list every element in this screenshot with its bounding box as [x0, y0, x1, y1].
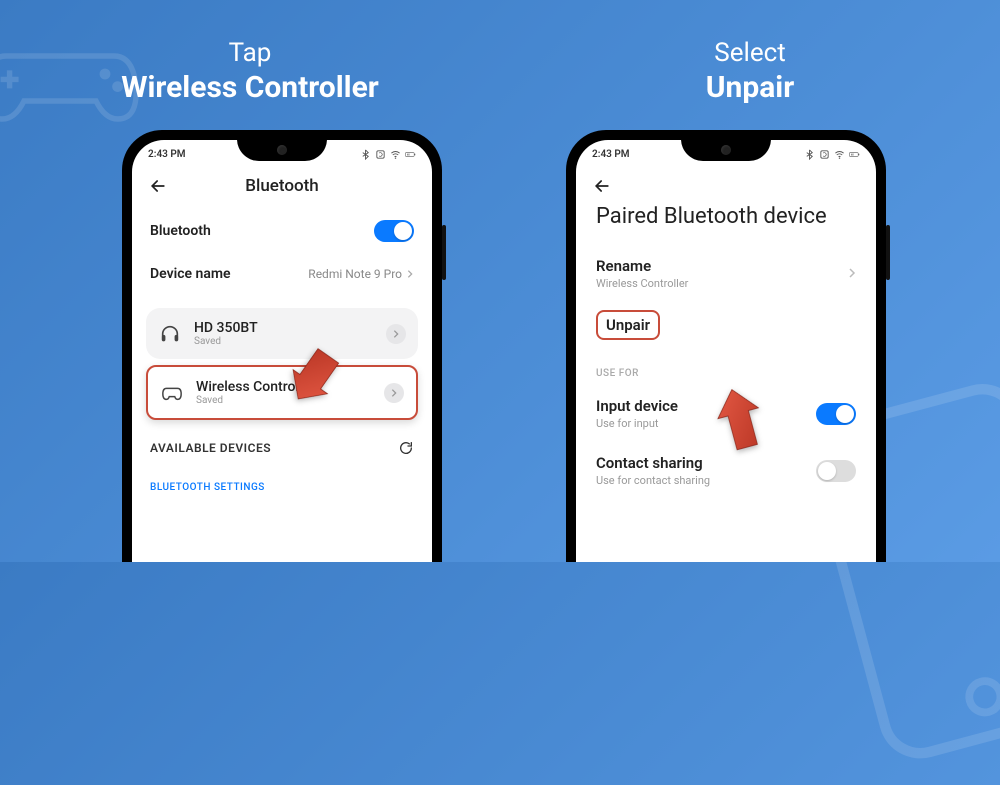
- chevron-right-icon: [392, 329, 400, 339]
- device-name-value: Redmi Note 9 Pro: [308, 267, 414, 281]
- device-item-hd350bt[interactable]: HD 350BT Saved: [146, 308, 418, 359]
- back-button[interactable]: [592, 176, 612, 196]
- bluetooth-label: Bluetooth: [150, 223, 211, 239]
- device-status: Saved: [194, 336, 386, 347]
- chevron-right-icon: [406, 269, 414, 279]
- back-arrow-icon: [592, 176, 612, 196]
- rename-row[interactable]: Rename Wireless Controller: [576, 245, 876, 302]
- input-device-sub: Use for input: [596, 417, 678, 430]
- contact-sharing-label: Contact sharing: [596, 454, 710, 472]
- page-title: Bluetooth: [148, 176, 416, 196]
- contact-sharing-sub: Use for contact sharing: [596, 474, 710, 487]
- phone-notch: [681, 140, 771, 161]
- header-row: [576, 168, 876, 200]
- gamepad-icon: [160, 381, 184, 405]
- svg-text:60: 60: [851, 152, 854, 156]
- rotate-icon: [819, 149, 830, 160]
- unpair-row[interactable]: Unpair: [576, 302, 876, 348]
- refresh-icon: [398, 440, 414, 456]
- phone-notch: [237, 140, 327, 161]
- caption-left-line1: Tap: [0, 38, 500, 68]
- rename-value: Wireless Controller: [596, 277, 688, 290]
- screen-paired-device: 2:43 PM 60 Paired Bluetooth device Renam…: [576, 140, 876, 562]
- device-details-button[interactable]: [384, 383, 404, 403]
- status-icons: 60: [360, 149, 416, 160]
- screen-bluetooth-list: 2:43 PM 60 Bluetooth Bluetooth Device na…: [132, 140, 432, 562]
- refresh-button[interactable]: [398, 440, 414, 456]
- phone-side-button: [886, 225, 890, 280]
- available-devices-header: AVAILABLE DEVICES: [132, 426, 432, 464]
- chevron-right-icon: [848, 264, 856, 283]
- unpair-button[interactable]: Unpair: [596, 310, 660, 340]
- headphones-icon: [158, 322, 182, 346]
- battery-icon: 60: [405, 149, 416, 160]
- caption-right-line2: Unpair: [500, 70, 1000, 105]
- status-time: 2:43 PM: [148, 149, 186, 160]
- caption-left-line2: Wireless Controller: [0, 70, 500, 105]
- bluetooth-toggle-row[interactable]: Bluetooth: [132, 208, 432, 254]
- device-details-button[interactable]: [386, 324, 406, 344]
- battery-icon: 60: [849, 149, 860, 160]
- bluetooth-icon: [360, 149, 371, 160]
- rename-label: Rename: [596, 257, 688, 275]
- input-device-label: Input device: [596, 397, 678, 415]
- chevron-right-icon: [390, 388, 398, 398]
- bluetooth-icon: [804, 149, 815, 160]
- input-device-toggle[interactable]: [816, 403, 856, 425]
- page-title: Paired Bluetooth device: [576, 200, 876, 245]
- bluetooth-settings-header[interactable]: BLUETOOTH SETTINGS: [132, 464, 432, 493]
- status-time: 2:43 PM: [592, 149, 630, 160]
- device-name: HD 350BT: [194, 320, 386, 336]
- wifi-icon: [390, 149, 401, 160]
- caption-right-line1: Select: [500, 38, 1000, 68]
- svg-text:60: 60: [407, 152, 410, 156]
- device-name-label: Device name: [150, 266, 231, 282]
- phone-side-button: [442, 225, 446, 280]
- bluetooth-toggle[interactable]: [374, 220, 414, 242]
- device-name-row[interactable]: Device name Redmi Note 9 Pro: [132, 254, 432, 294]
- status-icons: 60: [804, 149, 860, 160]
- phone-mockup-right: 2:43 PM 60 Paired Bluetooth device Renam…: [566, 130, 886, 562]
- use-for-header: USE FOR: [576, 348, 876, 385]
- phone-mockup-left: 2:43 PM 60 Bluetooth Bluetooth Device na…: [122, 130, 442, 562]
- instruction-captions: Tap Wireless Controller Select Unpair: [0, 38, 1000, 105]
- header-row: Bluetooth: [132, 168, 432, 208]
- rotate-icon: [375, 149, 386, 160]
- wifi-icon: [834, 149, 845, 160]
- contact-sharing-toggle[interactable]: [816, 460, 856, 482]
